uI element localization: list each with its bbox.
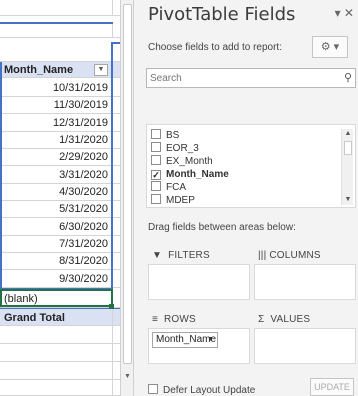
field-list-scrollbar[interactable]: ▲ ▼ (341, 129, 353, 205)
field-label: FCA (166, 182, 186, 193)
date-cell[interactable]: 7/31/2020 (0, 236, 112, 253)
rows-field-chip[interactable]: Month_Name ▼ (152, 332, 218, 348)
values-area-label: Σ VALUES (258, 314, 311, 325)
sheet-vertical-scrollbar[interactable]: ▼ (120, 0, 134, 396)
filter-funnel-icon: ▼ (152, 250, 163, 261)
date-cell[interactable]: 5/31/2020 (0, 201, 112, 218)
rows-area-label: ≡ ROWS (152, 314, 196, 325)
pane-title: PivotTable Fields (148, 4, 296, 25)
date-cell[interactable]: 9/30/2020 (0, 271, 112, 288)
field-item[interactable]: FCA (151, 181, 186, 195)
field-item[interactable]: EX_Month (151, 155, 213, 169)
columns-drop-zone[interactable] (254, 264, 356, 300)
date-cell[interactable]: 1/31/2020 (0, 132, 112, 149)
sigma-icon: Σ (258, 314, 265, 325)
empty-row[interactable] (0, 344, 120, 362)
grand-total-row[interactable]: Grand Total (0, 308, 120, 327)
date-cell[interactable]: 2/29/2020 (0, 149, 112, 166)
scroll-down-arrow-icon[interactable]: ▼ (342, 195, 354, 205)
date-row[interactable]: 6/30/2020 (0, 218, 120, 236)
spreadsheet-grid: Month_Name ▼ 10/31/2019 11/30/2019 12/31/2… (0, 0, 120, 396)
checkbox[interactable] (151, 155, 161, 165)
date-cell[interactable]: 10/31/2019 (0, 80, 112, 97)
filters-area-label: ▼ FILTERS (152, 250, 210, 261)
grand-total-cell[interactable]: Grand Total (0, 309, 112, 327)
values-drop-zone[interactable] (254, 328, 356, 364)
date-cell[interactable]: 8/31/2020 (0, 253, 112, 270)
date-row[interactable]: 11/30/2019 (0, 97, 120, 115)
field-label: MDEP (166, 195, 195, 206)
field-label: EOR_3 (166, 143, 199, 154)
checkbox[interactable] (151, 142, 161, 152)
field-list: BS EOR_3 EX_Month ✓ Month_Name FCA MDEP ▲ ▼ (146, 124, 356, 208)
field-item[interactable]: ✓ Month_Name (151, 168, 229, 182)
field-item[interactable]: EOR_3 (151, 142, 199, 156)
empty-row[interactable] (0, 42, 120, 62)
date-row[interactable]: 9/30/2020 (0, 270, 120, 288)
empty-row[interactable] (0, 326, 120, 344)
columns-icon: ||| (258, 250, 267, 261)
defer-checkbox[interactable] (148, 384, 158, 394)
search-input[interactable] (147, 69, 337, 87)
empty-row[interactable] (0, 362, 120, 380)
rows-icon: ≡ (152, 314, 159, 325)
field-label: BS (166, 130, 180, 141)
selection-border (111, 42, 113, 290)
pivot-fields-pane: PivotTable Fields ▾ ✕ Choose fields to a… (134, 0, 358, 396)
pivot-header-row[interactable]: Month_Name ▼ (0, 62, 120, 78)
defer-label: Defer Layout Update (163, 385, 256, 396)
drag-fields-label: Drag fields between areas below: (148, 222, 296, 233)
date-cell[interactable]: 4/30/2020 (0, 184, 112, 201)
active-cell-border (0, 289, 113, 307)
date-cell[interactable]: 12/31/2019 (0, 115, 112, 132)
field-item[interactable]: MDEP (151, 194, 195, 208)
defer-layout-option[interactable]: Defer Layout Update (148, 384, 255, 396)
date-row[interactable]: 8/31/2020 (0, 253, 120, 271)
chevron-down-icon[interactable]: ▼ (207, 333, 214, 347)
checked-checkbox[interactable]: ✓ (151, 170, 161, 180)
date-row[interactable]: 1/31/2020 (0, 131, 120, 149)
checkbox[interactable] (151, 129, 161, 139)
field-label: Month_Name (166, 169, 229, 180)
date-row[interactable]: 4/30/2020 (0, 183, 120, 201)
scroll-up-arrow-icon[interactable]: ▲ (342, 129, 354, 139)
date-cell[interactable]: 11/30/2019 (0, 97, 112, 114)
empty-row[interactable] (0, 0, 120, 16)
pane-controls[interactable]: ▾ ✕ (335, 6, 354, 20)
selection-border (0, 22, 113, 24)
date-cell[interactable]: 6/30/2020 (0, 219, 112, 236)
date-row[interactable]: 10/31/2019 (0, 80, 120, 97)
scrollbar-thumb[interactable] (123, 4, 132, 364)
fill-handle[interactable] (109, 304, 114, 309)
filters-drop-zone[interactable] (148, 264, 250, 300)
columns-area-label: ||| COLUMNS (258, 250, 321, 261)
date-row[interactable]: 12/31/2019 (0, 114, 120, 132)
date-row[interactable]: 2/29/2020 (0, 149, 120, 167)
checkbox[interactable] (151, 181, 161, 191)
empty-row[interactable] (0, 380, 120, 396)
dropdown-filter-icon[interactable]: ▼ (94, 64, 108, 76)
date-row[interactable]: 5/31/2020 (0, 201, 120, 219)
checkbox[interactable] (151, 194, 161, 204)
selection-border (0, 62, 2, 290)
empty-row[interactable] (0, 22, 120, 38)
search-icon[interactable]: ⚲ (344, 71, 352, 84)
scroll-down-arrow-icon[interactable]: ▼ (123, 372, 132, 382)
choose-fields-label: Choose fields to add to report: (148, 42, 282, 53)
tools-gear-button[interactable]: ⚙ ▾ (312, 36, 348, 58)
field-label: EX_Month (166, 156, 213, 167)
rows-drop-zone[interactable]: Month_Name ▼ (148, 328, 250, 364)
date-cell[interactable]: 3/31/2020 (0, 167, 112, 184)
update-button[interactable]: UPDATE (310, 378, 354, 396)
date-row[interactable]: 7/31/2020 (0, 235, 120, 253)
field-item[interactable]: BS (151, 129, 179, 143)
date-row[interactable]: 3/31/2020 (0, 166, 120, 184)
scrollbar-thumb[interactable] (344, 141, 352, 155)
field-search[interactable]: ⚲ (146, 68, 356, 88)
